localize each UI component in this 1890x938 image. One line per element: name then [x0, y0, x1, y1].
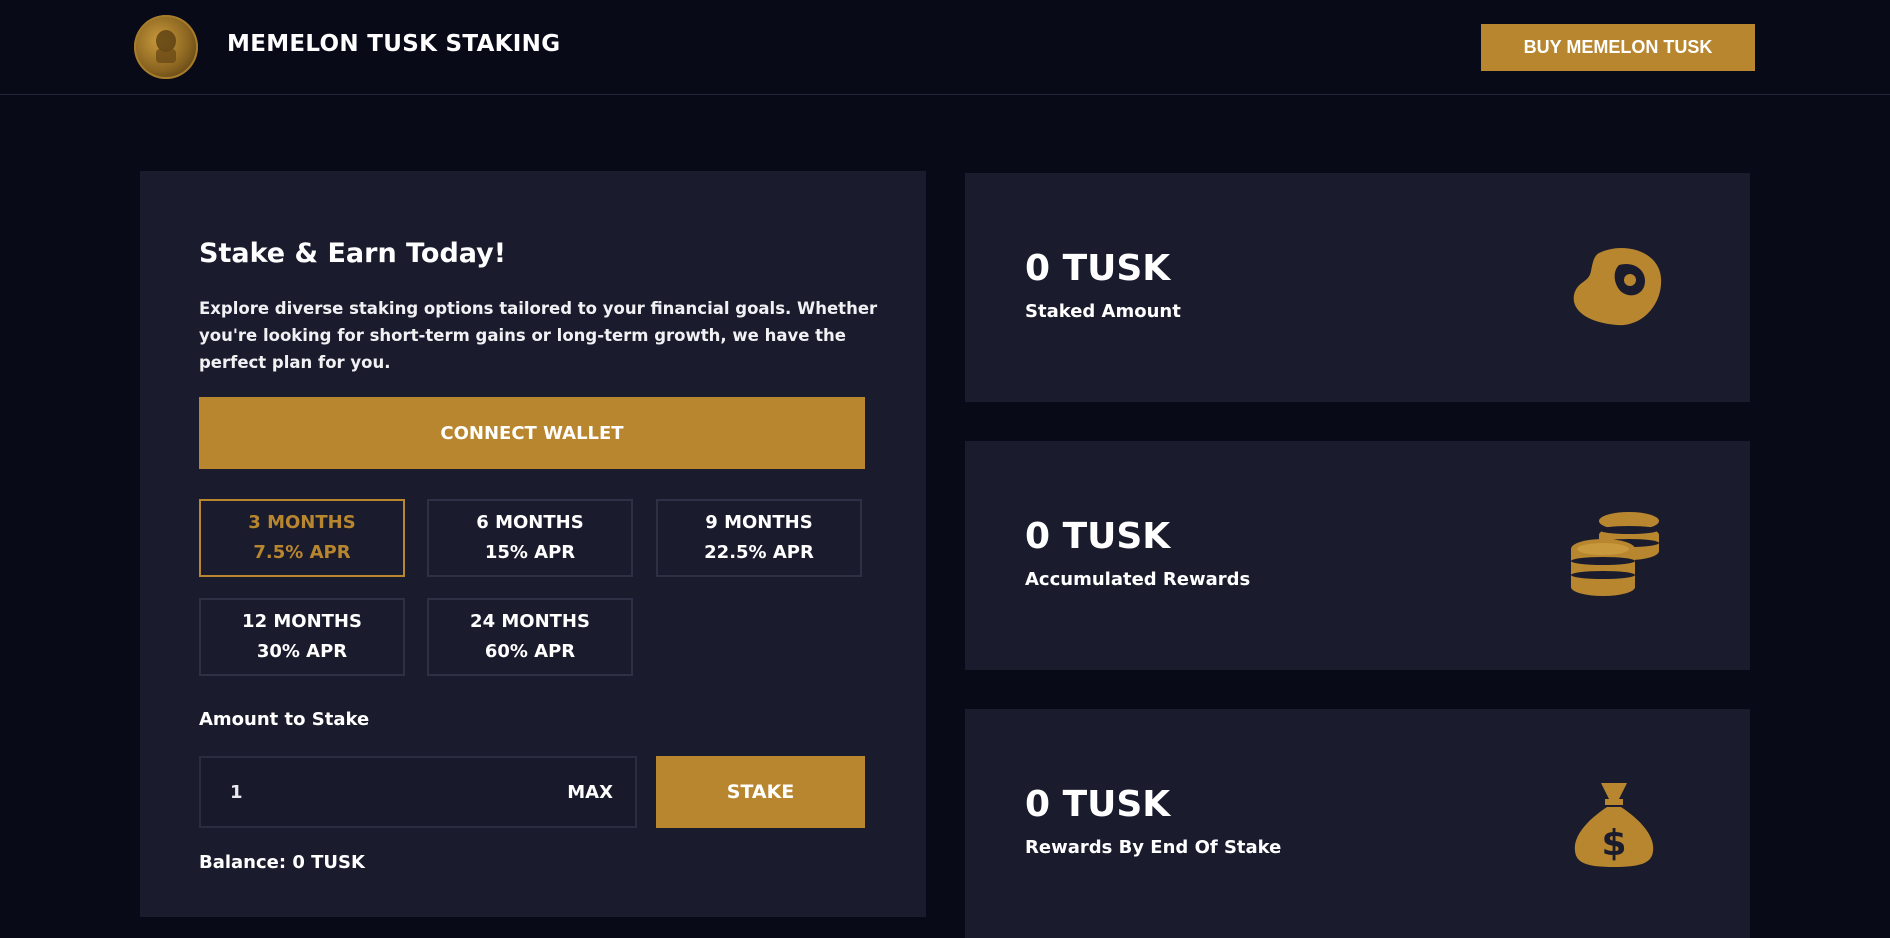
plan-apr: 22.5% APR	[704, 542, 814, 563]
svg-text:$: $	[1601, 823, 1626, 864]
staked-amount-value: 0 TUSK	[1025, 248, 1171, 289]
max-button[interactable]: MAX	[567, 758, 613, 826]
connect-wallet-button[interactable]: CONNECT WALLET	[199, 397, 865, 469]
coin-logo-icon[interactable]	[134, 15, 198, 79]
stake-button[interactable]: STAKE	[656, 756, 865, 828]
stake-panel: Stake & Earn Today! Explore diverse stak…	[140, 171, 926, 917]
amount-to-stake-label: Amount to Stake	[199, 709, 370, 730]
plan-apr: 15% APR	[484, 542, 576, 563]
staked-amount-label: Staked Amount	[1025, 301, 1181, 322]
plan-duration: 12 MONTHS	[242, 611, 362, 632]
accumulated-rewards-label: Accumulated Rewards	[1025, 569, 1251, 590]
header: MEMELON TUSK STAKING BUY MEMELON TUSK	[0, 0, 1890, 95]
plan-duration: 9 MONTHS	[705, 512, 813, 533]
accumulated-rewards-card: 0 TUSK Accumulated Rewards	[965, 441, 1750, 670]
plan-apr: 30% APR	[256, 641, 348, 662]
plan-option-3-months[interactable]: 3 MONTHS 7.5% APR	[199, 499, 405, 577]
buy-memelon-tusk-button[interactable]: BUY MEMELON TUSK	[1481, 24, 1755, 71]
staked-amount-card: 0 TUSK Staked Amount	[965, 173, 1750, 402]
accumulated-rewards-value: 0 TUSK	[1025, 516, 1171, 557]
amount-field-wrapper: MAX	[199, 756, 637, 828]
rewards-by-end-card: 0 TUSK Rewards By End Of Stake $	[965, 709, 1750, 938]
balance-text: Balance: 0 TUSK	[199, 852, 365, 873]
rewards-by-end-label: Rewards By End Of Stake	[1025, 837, 1282, 858]
plan-apr: 7.5% APR	[253, 542, 351, 563]
plan-option-24-months[interactable]: 24 MONTHS 60% APR	[427, 598, 633, 676]
plan-duration: 24 MONTHS	[470, 611, 590, 632]
rewards-by-end-value: 0 TUSK	[1025, 784, 1171, 825]
plan-duration: 3 MONTHS	[248, 512, 356, 533]
plan-option-6-months[interactable]: 6 MONTHS 15% APR	[427, 499, 633, 577]
plan-duration: 6 MONTHS	[476, 512, 584, 533]
stake-title: Stake & Earn Today!	[199, 238, 507, 269]
stake-description: Explore diverse staking options tailored…	[199, 299, 878, 372]
amount-to-stake-input[interactable]	[201, 758, 531, 826]
steak-icon	[1569, 243, 1665, 333]
brand-title: MEMELON TUSK STAKING	[227, 31, 561, 57]
money-bag-icon: $	[1569, 779, 1659, 873]
plan-option-9-months[interactable]: 9 MONTHS 22.5% APR	[656, 499, 862, 577]
coins-icon	[1569, 509, 1661, 603]
plan-apr: 60% APR	[484, 641, 576, 662]
plan-option-12-months[interactable]: 12 MONTHS 30% APR	[199, 598, 405, 676]
